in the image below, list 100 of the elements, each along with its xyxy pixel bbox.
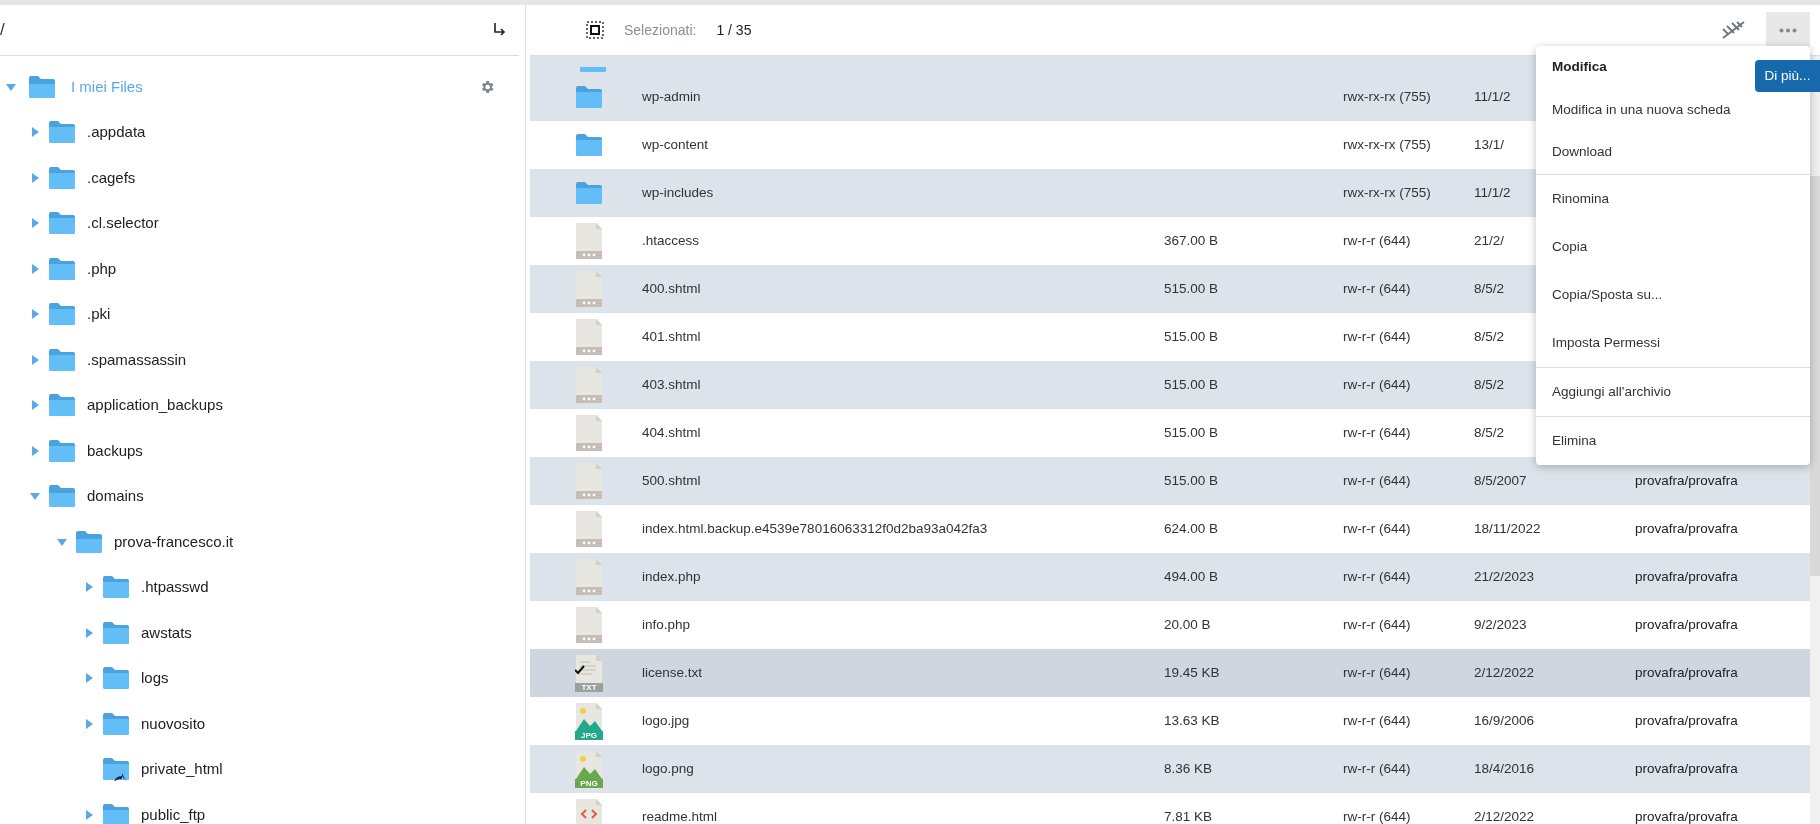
- file-date: 21/2/: [1474, 231, 1505, 250]
- file-permissions: rw-r-r (644): [1343, 519, 1411, 538]
- menu-item[interactable]: Rinomina: [1552, 188, 1610, 209]
- file-date: 8/5/2: [1474, 279, 1505, 298]
- menu-item[interactable]: Imposta Permessi: [1552, 332, 1661, 353]
- tree-item[interactable]: .php: [87, 257, 117, 280]
- image-file-icon: PNG: [575, 750, 603, 788]
- select-all-icon[interactable]: [586, 21, 604, 39]
- caret-icon[interactable]: [30, 491, 40, 502]
- tree-item[interactable]: awstats: [141, 621, 192, 644]
- go-to-path-icon[interactable]: [493, 22, 507, 38]
- tree-item[interactable]: prova-francesco.it: [114, 530, 234, 553]
- selected-count: 1 / 35: [716, 20, 752, 40]
- folder-icon: [48, 120, 76, 145]
- menu-item[interactable]: Elimina: [1552, 430, 1597, 451]
- tree-item[interactable]: .appdata: [87, 121, 146, 144]
- file-permissions: rw-r-r (644): [1343, 567, 1411, 586]
- caret-icon[interactable]: [30, 127, 40, 138]
- more-button[interactable]: [1766, 12, 1810, 48]
- folder-icon: [75, 529, 103, 554]
- tree-item[interactable]: application_backups: [87, 394, 223, 417]
- tree-item[interactable]: .htpasswd: [141, 576, 209, 599]
- file-owner: provafra/provafra: [1635, 567, 1738, 586]
- caret-icon[interactable]: [30, 309, 40, 320]
- menu-item[interactable]: Copia/Sposta su...: [1552, 284, 1663, 305]
- file-permissions: rw-r-r (644): [1343, 375, 1411, 394]
- caret-icon[interactable]: [84, 673, 94, 684]
- menu-item[interactable]: Modifica in una nuova scheda: [1552, 99, 1731, 120]
- file-name: logo.jpg: [642, 711, 691, 730]
- folder-icon: [575, 181, 603, 205]
- file-permissions: rw-r-r (644): [1343, 327, 1411, 346]
- file-row[interactable]: TXT license.txt 19.45 KB rw-r-r (644) 2/12/2022 provafra/provafra: [530, 649, 1810, 697]
- folder-icon: [48, 211, 76, 236]
- folder-icon: [48, 393, 76, 418]
- menu-item[interactable]: Aggiungi all'archivio: [1552, 381, 1671, 402]
- tree-item[interactable]: nuovosito: [141, 712, 206, 735]
- file-date: 13/1/: [1474, 135, 1505, 154]
- file-date: 18/4/2016: [1474, 759, 1535, 778]
- file-size: 515.00 B: [1164, 375, 1219, 394]
- more-options-button[interactable]: Di più...: [1755, 60, 1820, 92]
- folder-icon: [48, 165, 76, 190]
- file-date: 8/5/2: [1474, 375, 1505, 394]
- tree-item[interactable]: logs: [141, 667, 169, 690]
- folder-icon: [28, 74, 56, 99]
- file-date: 8/5/2: [1474, 327, 1505, 346]
- caret-icon[interactable]: [84, 809, 94, 820]
- menu-item[interactable]: Download: [1552, 142, 1613, 163]
- caret-icon[interactable]: [57, 536, 67, 547]
- file-date: 18/11/2022: [1474, 519, 1541, 538]
- ellipsis-icon: [1779, 27, 1797, 33]
- file-icon: [575, 270, 603, 308]
- file-row[interactable]: 500.shtml 515.00 B rw-r-r (644) 8/5/2007 provafra/provafra: [530, 457, 1810, 505]
- caret-icon[interactable]: [6, 81, 16, 92]
- file-icon: [575, 510, 603, 548]
- folder-icon: [48, 484, 76, 509]
- file-permissions: rw-r-r (644): [1343, 711, 1411, 730]
- tree-item[interactable]: .pki: [87, 303, 111, 326]
- file-row[interactable]: index.php 494.00 B rw-r-r (644) 21/2/2023 provafra/provafra: [530, 553, 1810, 601]
- caret-icon[interactable]: [30, 400, 40, 411]
- caret-icon[interactable]: [30, 172, 40, 183]
- file-date: 16/9/2006: [1474, 711, 1535, 730]
- file-row[interactable]: PNG logo.png 8.36 KB rw-r-r (644) 18/4/2016 provafra/provafra: [530, 745, 1810, 793]
- deselect-icon[interactable]: [1720, 20, 1746, 40]
- tree-item[interactable]: private_html: [141, 758, 223, 781]
- file-date: 11/1/2: [1474, 87, 1511, 106]
- file-name: 404.shtml: [642, 423, 702, 442]
- caret-icon[interactable]: [30, 445, 40, 456]
- file-date: 11/1/2: [1474, 183, 1511, 202]
- file-size: 8.36 KB: [1164, 759, 1213, 778]
- caret-icon[interactable]: [84, 582, 94, 593]
- caret-icon[interactable]: [30, 354, 40, 365]
- folder-icon: [48, 347, 76, 372]
- file-name: 403.shtml: [642, 375, 702, 394]
- settings-icon[interactable]: [479, 78, 495, 95]
- file-permissions: rw-r-r (644): [1343, 759, 1411, 778]
- file-icon: [575, 462, 603, 500]
- file-size: 20.00 B: [1164, 615, 1211, 634]
- caret-icon[interactable]: [30, 218, 40, 229]
- tree-item[interactable]: backups: [87, 439, 143, 462]
- tree-item[interactable]: domains: [87, 485, 144, 508]
- tree-item[interactable]: .spamassassin: [87, 348, 187, 371]
- file-date: 2/12/2022: [1474, 663, 1535, 682]
- file-permissions: rw-r-r (644): [1343, 423, 1411, 442]
- folder-icon: [102, 666, 130, 691]
- file-owner: provafra/provafra: [1635, 519, 1738, 538]
- file-size: 7.81 KB: [1164, 807, 1213, 824]
- menu-item[interactable]: Copia: [1552, 236, 1588, 257]
- folder-icon: [102, 711, 130, 736]
- scrollbar[interactable]: [1810, 56, 1820, 824]
- caret-icon[interactable]: [84, 718, 94, 729]
- folder-icon: [102, 620, 130, 645]
- file-name: license.txt: [642, 663, 704, 682]
- caret-icon[interactable]: [30, 263, 40, 274]
- tree-item[interactable]: .cagefs: [87, 166, 136, 189]
- folder-icon: [575, 85, 603, 109]
- tree-item[interactable]: public_ftp: [141, 803, 206, 824]
- folder-icon: [575, 133, 603, 157]
- tree-item[interactable]: .cl.selector: [87, 212, 159, 235]
- file-name: logo.png: [642, 759, 695, 778]
- caret-icon[interactable]: [84, 627, 94, 638]
